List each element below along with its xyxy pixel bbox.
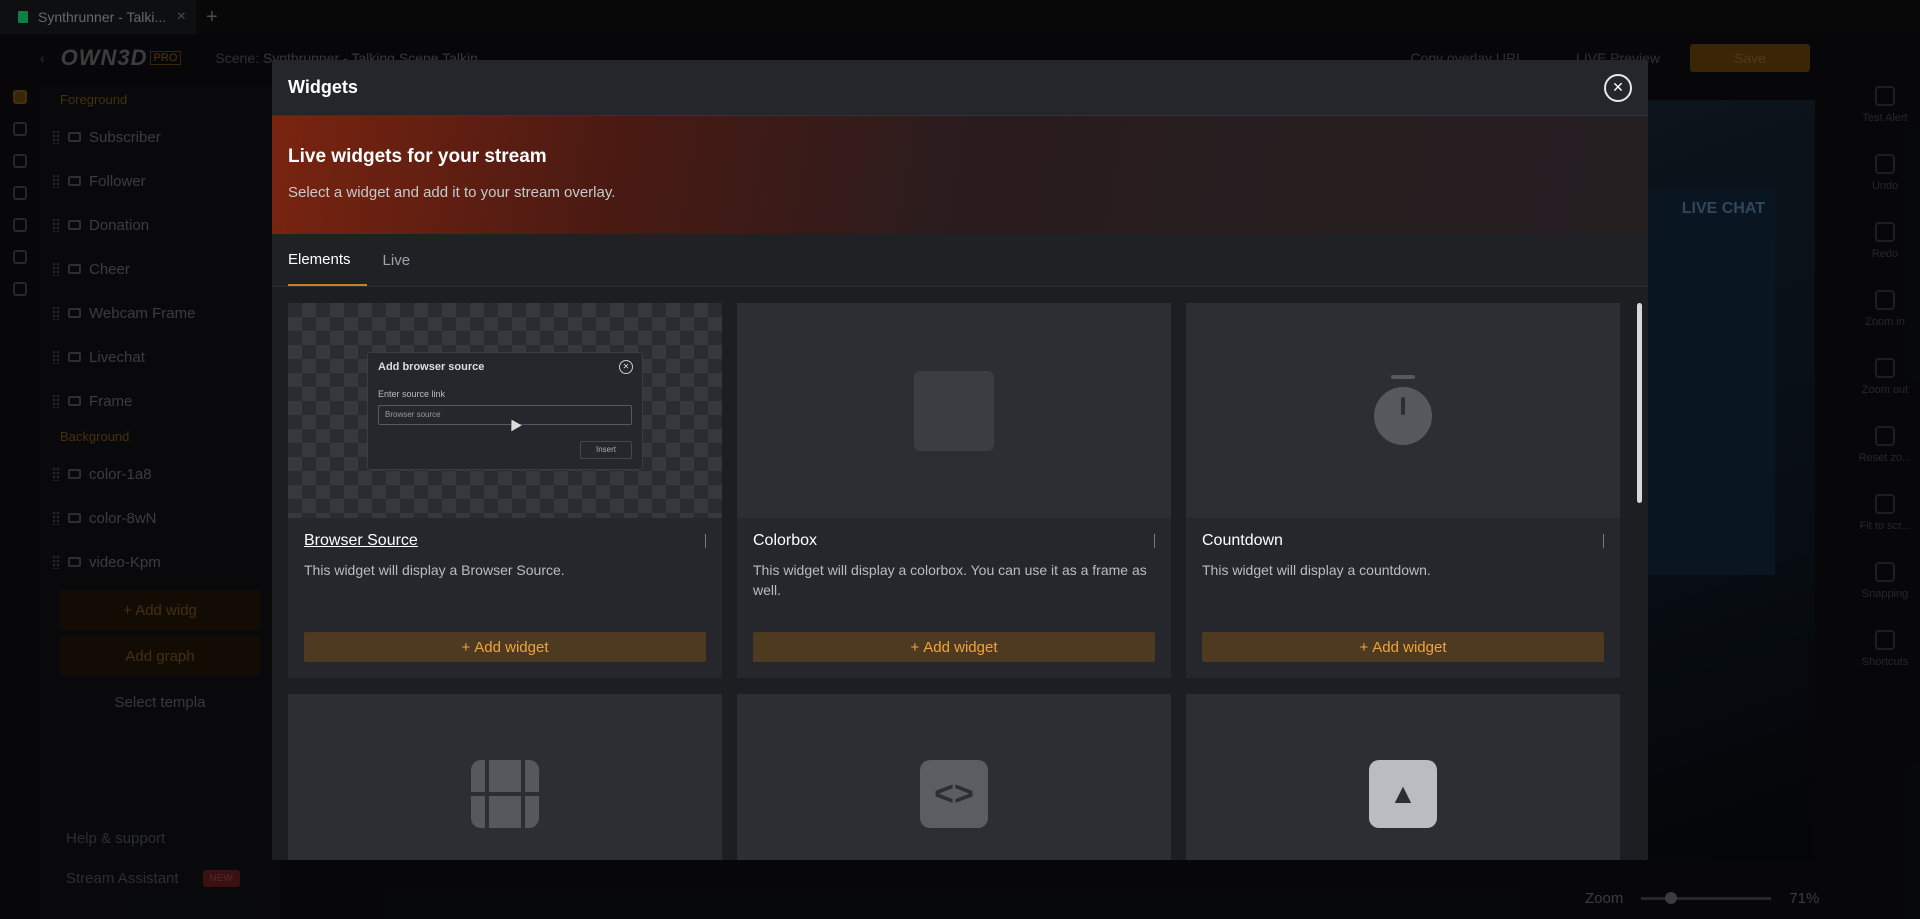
- image-icon: ▲: [1369, 760, 1437, 828]
- card-title[interactable]: Colorbox: [753, 532, 817, 550]
- image-preview: ▲: [1186, 694, 1620, 860]
- tab-elements[interactable]: Elements: [288, 234, 367, 286]
- card-title-row: Browser Source: [288, 518, 722, 550]
- browser-source-preview: Add browser source ✕ Enter source link B…: [288, 303, 722, 518]
- modal-header: Widgets ✕: [272, 60, 1648, 116]
- card-title[interactable]: Browser Source: [304, 532, 418, 550]
- modal-tabs: Elements Live: [272, 234, 1648, 287]
- film-icon: [471, 760, 539, 828]
- modal-title: Widgets: [288, 77, 358, 97]
- card-title[interactable]: Countdown: [1202, 532, 1283, 550]
- widget-card-code: <>: [737, 694, 1171, 860]
- code-icon: <>: [920, 760, 988, 828]
- add-widget-button[interactable]: + Add widget: [753, 632, 1155, 662]
- widget-grid: Add browser source ✕ Enter source link B…: [288, 303, 1623, 860]
- divider: [705, 534, 706, 548]
- tab-live[interactable]: Live: [383, 234, 411, 286]
- code-preview: <>: [737, 694, 1171, 860]
- widget-card-video: [288, 694, 722, 860]
- widget-card-browser-source: Add browser source ✕ Enter source link B…: [288, 303, 722, 678]
- video-preview: [288, 694, 722, 860]
- mini-insert-button: Insert: [580, 440, 632, 459]
- widget-card-image: ▲: [1186, 694, 1620, 860]
- add-widget-button[interactable]: + Add widget: [1202, 632, 1604, 662]
- hero-title: Live widgets for your stream: [288, 146, 547, 167]
- colorbox-preview: [737, 303, 1171, 518]
- scrollbar-thumb[interactable]: [1637, 303, 1642, 503]
- divider: [1154, 534, 1155, 548]
- widget-card-countdown: Countdown This widget will display a cou…: [1186, 303, 1620, 678]
- card-description: This widget will display a Browser Sourc…: [304, 562, 565, 578]
- close-icon[interactable]: ✕: [1604, 73, 1632, 102]
- widgets-modal: Widgets ✕ Live widgets for your stream S…: [272, 60, 1648, 860]
- hero-subtitle: Select a widget and add it to your strea…: [288, 184, 616, 201]
- card-description: This widget will display a colorbox. You…: [753, 562, 1147, 598]
- card-title-row: Colorbox: [737, 518, 1171, 550]
- mini-dialog: Add browser source ✕ Enter source link B…: [367, 351, 643, 470]
- stopwatch-icon: [1374, 374, 1432, 445]
- app-root: Synthrunner - Talki... × + ‹ OWN3D PRO S…: [0, 0, 1920, 919]
- modal-hero: Live widgets for your stream Select a wi…: [272, 116, 1648, 234]
- mini-title: Add browser source: [378, 360, 485, 373]
- widget-card-colorbox: Colorbox This widget will display a colo…: [737, 303, 1171, 678]
- colorbox-icon: [914, 370, 994, 451]
- mini-input: Browser source: [378, 404, 632, 425]
- mini-label: Enter source link: [378, 388, 446, 399]
- countdown-preview: [1186, 303, 1620, 518]
- card-title-row: Countdown: [1186, 518, 1620, 550]
- divider: [1603, 534, 1604, 548]
- mini-close-icon: ✕: [619, 359, 633, 374]
- card-description: This widget will display a countdown.: [1202, 562, 1431, 578]
- add-widget-button[interactable]: + Add widget: [304, 632, 706, 662]
- modal-scrollbar[interactable]: [1636, 293, 1644, 859]
